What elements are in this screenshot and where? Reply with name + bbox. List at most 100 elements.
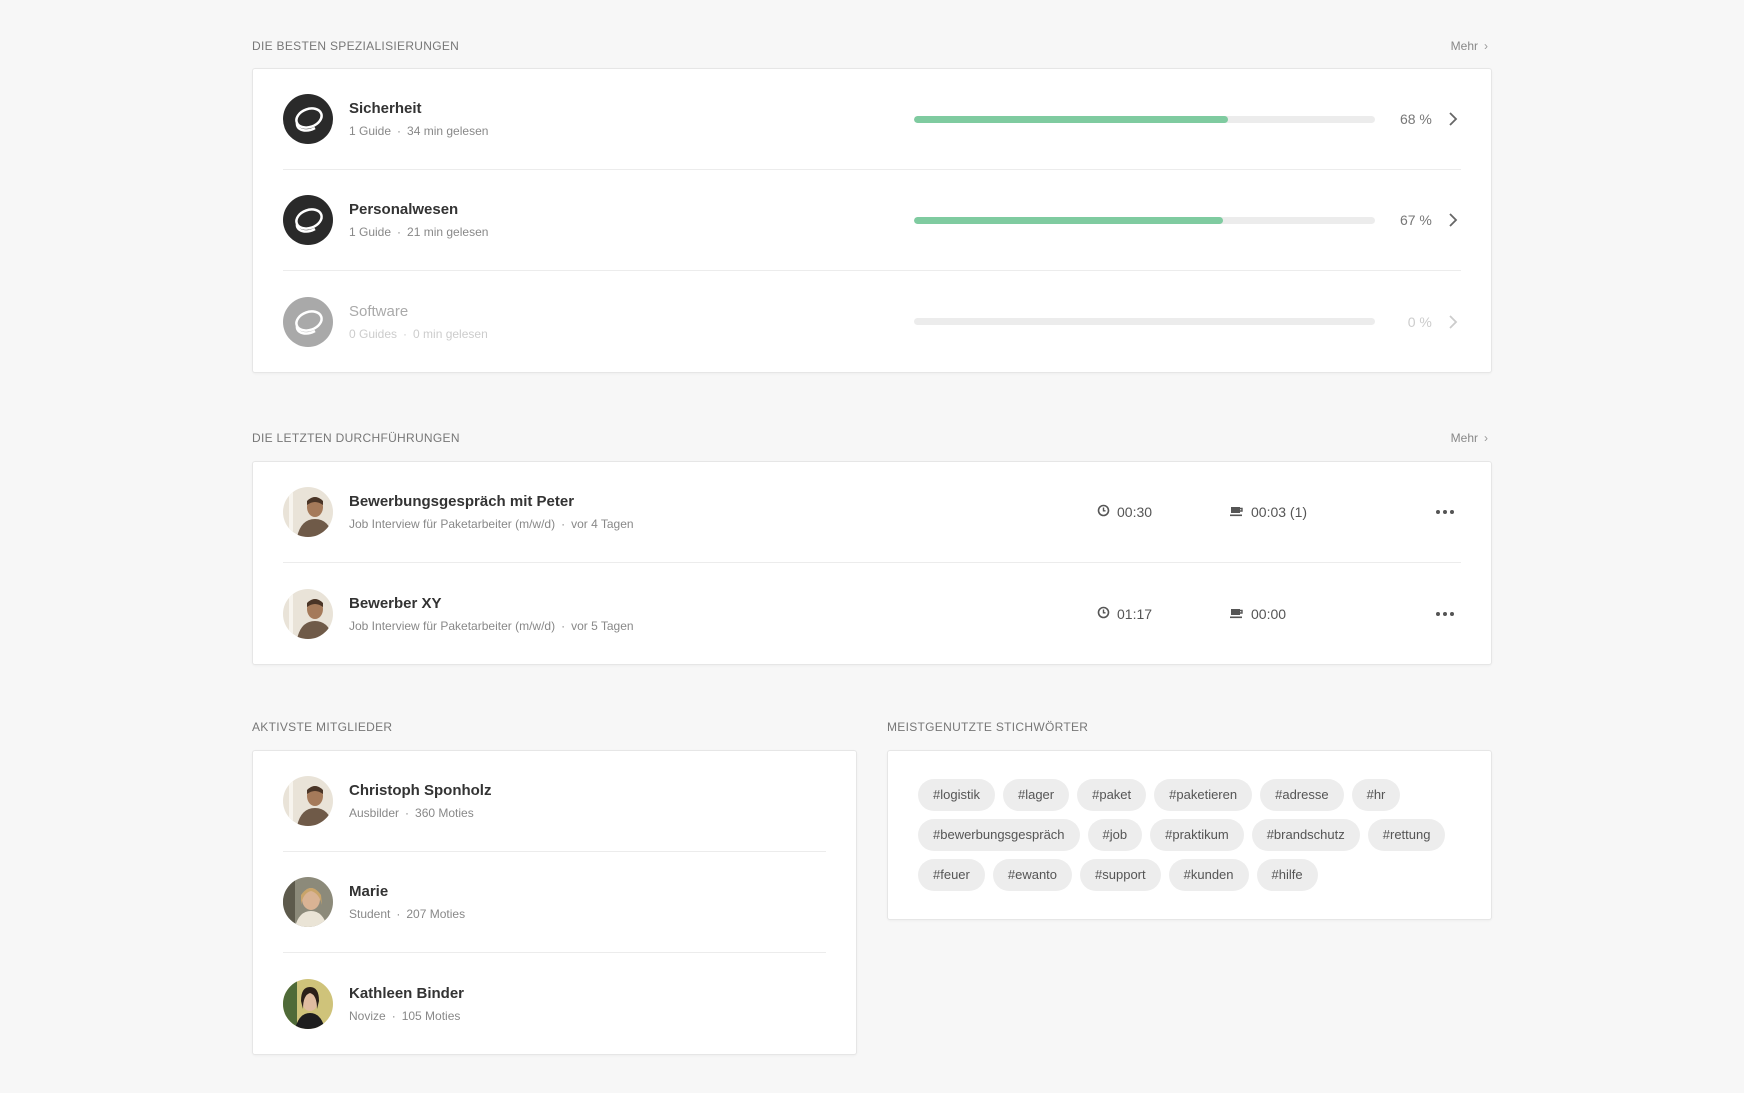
- member-meta: Student · 207 Moties: [349, 907, 466, 921]
- progress-fill: [914, 216, 1224, 224]
- run-break: 00:00: [1230, 606, 1380, 622]
- specializations-section: DIE BESTEN SPEZIALISIERUNGEN Mehr › Sich…: [252, 36, 1492, 373]
- tag[interactable]: #ewanto: [992, 859, 1073, 891]
- member-role: Student: [349, 907, 391, 921]
- avatar: [283, 776, 333, 826]
- tag[interactable]: #hilfe: [1256, 859, 1318, 891]
- tag[interactable]: #paketieren: [1154, 779, 1253, 811]
- tag[interactable]: #brandschutz: [1251, 819, 1360, 851]
- progress-fill: [914, 115, 1228, 123]
- avatar: [283, 487, 333, 537]
- member-name: Christoph Sponholz: [349, 782, 492, 799]
- member-moties: 360 Moties: [415, 806, 474, 820]
- specialization-meta: 0 Guides · 0 min gelesen: [349, 326, 488, 341]
- read-time: 34 min gelesen: [407, 124, 489, 138]
- tag[interactable]: #bewerbungsgespräch: [918, 819, 1080, 851]
- run-meta: Job Interview für Paketarbeiter (m/w/d) ·…: [349, 618, 634, 633]
- tag[interactable]: #rettung: [1367, 819, 1446, 851]
- tag[interactable]: #support: [1080, 859, 1161, 891]
- member-role: Ausbilder: [349, 806, 400, 820]
- chevron-right-icon: ›: [1484, 39, 1488, 53]
- progress-bar: [914, 115, 1376, 123]
- clock-icon: [1097, 606, 1110, 622]
- progress-bar: [914, 216, 1376, 224]
- read-time: 0 min gelesen: [413, 326, 488, 341]
- specialization-meta: 1 Guide · 21 min gelesen: [349, 225, 489, 239]
- run-guide: Job Interview für Paketarbeiter (m/w/d): [349, 618, 556, 633]
- run-row[interactable]: Bewerbungsgespräch mit Peter Job Intervi…: [283, 462, 1461, 563]
- coffee-cup-icon: [1230, 504, 1244, 520]
- progress-percent: 68 %: [1399, 111, 1432, 127]
- specialization-row-personalwesen[interactable]: Personalwesen 1 Guide · 21 min gelesen 67 …: [283, 170, 1461, 271]
- avatar: [283, 978, 333, 1029]
- run-when: vor 4 Tagen: [571, 517, 634, 531]
- member-name: Marie: [349, 883, 389, 900]
- chevron-right-icon: ›: [1484, 431, 1488, 445]
- run-row[interactable]: Bewerber XY Job Interview für Paketarbei…: [283, 563, 1461, 664]
- tag[interactable]: #logistik: [918, 779, 995, 811]
- tag[interactable]: #job: [1087, 819, 1143, 851]
- member-name: Kathleen Binder: [349, 984, 465, 1002]
- break-value: 00:03 (1): [1251, 504, 1308, 520]
- coffee-cup-icon: [1230, 606, 1244, 622]
- keywords-header: MEISTGENUTZTE STICHWÖRTER: [887, 717, 1492, 737]
- duration-value: 00:30: [1117, 504, 1153, 520]
- chevron-right-icon[interactable]: [1446, 212, 1461, 228]
- member-role: Novize: [349, 1008, 386, 1023]
- avatar: [283, 588, 333, 639]
- keywords-title: MEISTGENUTZTE STICHWÖRTER: [887, 720, 1089, 734]
- specializations-title: DIE BESTEN SPEZIALISIERUNGEN: [252, 39, 460, 53]
- guides-count: 1 Guide: [349, 225, 392, 239]
- specialization-row-software[interactable]: Software 0 Guides · 0 min gelesen 0 %: [283, 271, 1461, 372]
- specialization-name: Software: [349, 302, 409, 320]
- chevron-right-icon[interactable]: [1446, 314, 1461, 330]
- specializations-more-link[interactable]: Mehr ›: [1451, 39, 1488, 53]
- runs-more-link[interactable]: Mehr ›: [1451, 431, 1488, 445]
- break-value: 00:00: [1251, 605, 1287, 622]
- specialization-row-sicherheit[interactable]: Sicherheit 1 Guide · 34 min gelesen 68 %: [283, 69, 1461, 170]
- tag[interactable]: #praktikum: [1150, 819, 1244, 851]
- progress-percent: 67 %: [1399, 212, 1432, 228]
- keywords-card: #logistik #lager #paket #paketieren #adr…: [887, 750, 1492, 920]
- tag[interactable]: #lager: [1002, 779, 1070, 811]
- guides-count: 1 Guide: [349, 124, 392, 138]
- chevron-right-icon[interactable]: [1446, 111, 1461, 127]
- progress-percent: 0 %: [1407, 313, 1432, 330]
- members-section: AKTIVSTE MITGLIEDER Christoph Sponholz A…: [252, 717, 857, 1055]
- specializations-card: Sicherheit 1 Guide · 34 min gelesen 68 % P…: [252, 68, 1492, 373]
- run-duration: 01:17: [1097, 606, 1230, 622]
- specializations-header: DIE BESTEN SPEZIALISIERUNGEN Mehr ›: [252, 36, 1492, 56]
- members-header: AKTIVSTE MITGLIEDER: [252, 717, 857, 737]
- clock-icon: [1097, 504, 1110, 520]
- more-label: Mehr: [1450, 431, 1478, 445]
- runs-title: DIE LETZTEN DURCHFÜHRUNGEN: [252, 431, 460, 445]
- runs-section: DIE LETZTEN DURCHFÜHRUNGEN Mehr › Bewerb…: [252, 428, 1492, 665]
- more-dots-icon[interactable]: [1435, 604, 1455, 624]
- tag[interactable]: #paket: [1077, 779, 1147, 811]
- member-row[interactable]: Marie Student · 207 Moties: [283, 852, 826, 953]
- members-title: AKTIVSTE MITGLIEDER: [252, 720, 393, 734]
- run-guide: Job Interview für Paketarbeiter (m/w/d): [349, 517, 556, 531]
- member-row[interactable]: Christoph Sponholz Ausbilder · 360 Moties: [283, 751, 826, 852]
- tag[interactable]: #feuer: [918, 859, 985, 891]
- bottom-section: AKTIVSTE MITGLIEDER Christoph Sponholz A…: [252, 717, 1492, 1055]
- run-meta: Job Interview für Paketarbeiter (m/w/d) ·…: [349, 517, 634, 531]
- swirl-logo-icon: [283, 94, 333, 144]
- tag[interactable]: #hr: [1351, 779, 1401, 811]
- runs-header: DIE LETZTEN DURCHFÜHRUNGEN Mehr ›: [252, 428, 1492, 448]
- avatar: [283, 877, 333, 927]
- member-meta: Ausbilder · 360 Moties: [349, 806, 474, 820]
- tag[interactable]: #kunden: [1168, 859, 1249, 891]
- run-when: vor 5 Tagen: [571, 618, 634, 633]
- member-meta: Novize · 105 Moties: [349, 1008, 461, 1023]
- tag-list: #logistik #lager #paket #paketieren #adr…: [918, 779, 1461, 891]
- read-time: 21 min gelesen: [407, 225, 489, 239]
- duration-value: 01:17: [1117, 605, 1153, 622]
- more-dots-icon[interactable]: [1435, 502, 1455, 522]
- specialization-name: Sicherheit: [349, 100, 422, 117]
- guides-count: 0 Guides: [349, 326, 398, 341]
- member-row[interactable]: Kathleen Binder Novize · 105 Moties: [283, 953, 826, 1054]
- runs-card: Bewerbungsgespräch mit Peter Job Intervi…: [252, 461, 1492, 665]
- tag[interactable]: #adresse: [1260, 779, 1344, 811]
- member-moties: 105 Moties: [401, 1008, 461, 1023]
